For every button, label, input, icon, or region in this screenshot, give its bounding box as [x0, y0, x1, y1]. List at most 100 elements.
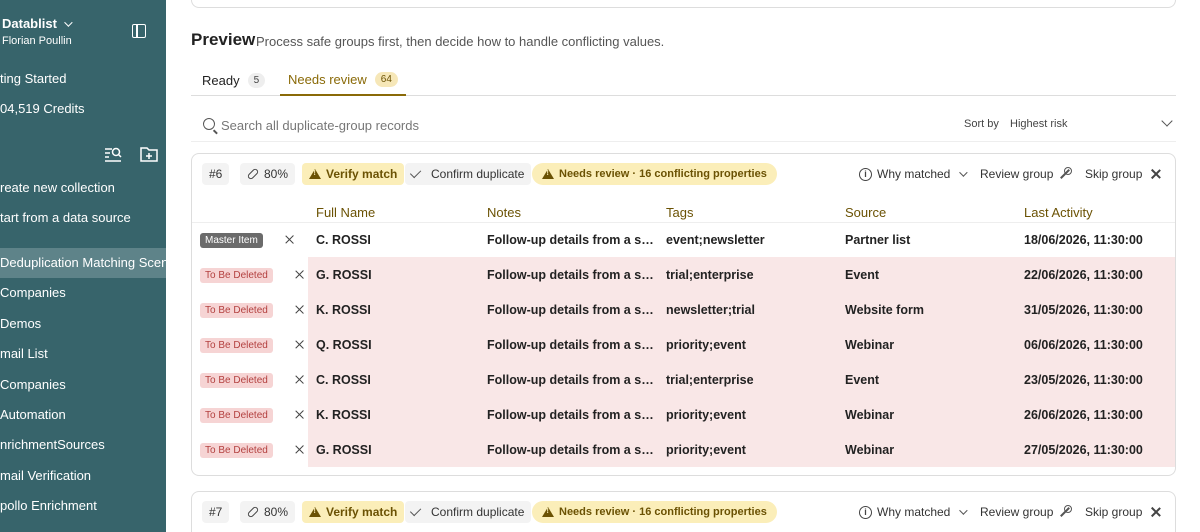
remove-row-icon[interactable] — [295, 340, 304, 349]
verify-match-button[interactable]: Verify match — [302, 501, 405, 523]
sidebar-item-companies[interactable]: Companies — [0, 278, 166, 308]
cell-tags: priority;event — [666, 397, 845, 432]
row-status-cell: To Be Deleted — [192, 257, 308, 292]
remove-row-icon[interactable] — [295, 375, 304, 384]
cell-source: Webinar — [845, 327, 1024, 362]
chevron-down-icon[interactable] — [1161, 115, 1173, 127]
status-badge: To Be Deleted — [200, 302, 273, 318]
getting-started-link[interactable]: ting Started — [0, 71, 67, 86]
user-name: Florian Poullin — [2, 35, 72, 47]
remove-row-icon[interactable] — [285, 235, 294, 244]
skip-group-label: Skip group — [1085, 505, 1143, 519]
verify-match-button[interactable]: Verify match — [302, 163, 405, 185]
tab-needs-review[interactable]: Needs review 64 — [280, 64, 406, 96]
cell-last-activity: 27/05/2026, 11:30:00 — [1024, 432, 1175, 467]
remove-row-icon[interactable] — [295, 305, 304, 314]
table-header-full-name[interactable]: Full Name — [308, 198, 487, 223]
table-row[interactable]: To Be Deleted G. ROSSI Follow-up details… — [192, 257, 1175, 292]
review-group-label: Review group — [980, 167, 1054, 181]
table-header-source[interactable]: Source — [845, 198, 1024, 223]
table-row[interactable]: To Be Deleted Q. ROSSI Follow-up details… — [192, 327, 1175, 362]
skip-group-button[interactable]: Skip group — [1078, 501, 1168, 523]
sidebar-item-email-list[interactable]: mail List — [0, 339, 166, 369]
link-icon — [246, 167, 260, 181]
row-status-cell: To Be Deleted — [192, 362, 308, 397]
skip-group-button[interactable]: Skip group — [1078, 163, 1168, 185]
table-row[interactable]: Master Item C. ROSSI Follow-up details f… — [192, 222, 1175, 257]
status-badge: Master Item — [200, 232, 263, 248]
cell-full-name: K. ROSSI — [308, 292, 487, 327]
cell-notes: Follow-up details from a sec... — [487, 257, 666, 292]
sidebar-item-demos[interactable]: Demos — [0, 309, 166, 339]
table-header-tags[interactable]: Tags — [666, 198, 845, 223]
previous-card — [191, 0, 1176, 8]
table-header-notes[interactable]: Notes — [487, 198, 666, 223]
workspace-switcher[interactable]: Datablist — [2, 16, 73, 31]
tab-count: 64 — [374, 71, 398, 87]
cell-notes-text: Follow-up details from a sec... — [487, 407, 657, 422]
review-group-button[interactable]: Review group — [973, 501, 1079, 523]
info-icon: i — [859, 505, 872, 519]
cell-tags: trial;enterprise — [666, 257, 845, 292]
remove-row-icon[interactable] — [295, 445, 304, 454]
group-records-table: Full Name Notes Tags Source Last Activit… — [192, 198, 1175, 467]
cell-full-name: G. ROSSI — [308, 257, 487, 292]
row-status-cell: To Be Deleted — [192, 292, 308, 327]
match-score-text: 80% — [264, 505, 289, 519]
row-status-cell: To Be Deleted — [192, 397, 308, 432]
start-from-source-link[interactable]: tart from a data source — [0, 210, 131, 225]
why-matched-button[interactable]: i Why matched — [852, 501, 972, 523]
table-row[interactable]: To Be Deleted C. ROSSI Follow-up details… — [192, 362, 1175, 397]
sidebar-item-automation[interactable]: Automation — [0, 400, 166, 430]
cell-last-activity: 18/06/2026, 11:30:00 — [1024, 232, 1143, 247]
credits-link[interactable]: 04,519 Credits — [0, 101, 85, 116]
table-row[interactable]: To Be Deleted K. ROSSI Follow-up details… — [192, 292, 1175, 327]
workspace-name: Datablist — [2, 16, 57, 31]
cell-notes: Follow-up details from a sec... — [487, 292, 666, 327]
close-icon — [1151, 169, 1161, 179]
table-row[interactable]: To Be Deleted G. ROSSI Follow-up details… — [192, 432, 1175, 467]
table-row[interactable]: To Be Deleted K. ROSSI Follow-up details… — [192, 397, 1175, 432]
match-score: 80% — [240, 501, 296, 523]
confirm-duplicate-label: Confirm duplicate — [431, 167, 525, 181]
create-collection-link[interactable]: reate new collection — [0, 180, 115, 195]
tab-ready[interactable]: Ready 5 — [194, 64, 273, 96]
cell-notes-text: Follow-up details from a sec... — [487, 232, 657, 247]
table-header-last-activity[interactable]: Last Activity — [1024, 198, 1175, 223]
check-icon — [409, 504, 422, 517]
confirm-duplicate-button[interactable]: Confirm duplicate — [405, 163, 532, 185]
search-collections-icon[interactable] — [104, 146, 122, 162]
remove-row-icon[interactable] — [295, 270, 304, 279]
warning-icon — [542, 507, 554, 517]
duplicate-group: #7 80% Verify match Confirm duplicate Ne… — [191, 491, 1176, 532]
sidebar-item-dedup-scenario[interactable]: Deduplication Matching Scenar — [0, 248, 166, 278]
needs-review-label: Needs review · 16 conflicting properties — [559, 168, 767, 180]
review-group-button[interactable]: Review group — [973, 163, 1079, 185]
remove-row-icon[interactable] — [295, 410, 304, 419]
why-matched-button[interactable]: i Why matched — [852, 163, 972, 185]
warning-icon — [309, 507, 321, 517]
cell-source: Partner list — [845, 232, 911, 247]
cell-last-activity: 26/06/2026, 11:30:00 — [1024, 397, 1175, 432]
search-input[interactable] — [221, 115, 821, 135]
confirm-duplicate-button[interactable]: Confirm duplicate — [405, 501, 532, 523]
sidebar-item-apollo-enrichment[interactable]: pollo Enrichment — [0, 491, 166, 521]
collapse-sidebar-icon[interactable] — [132, 24, 146, 38]
group-header: #6 80% Verify match Confirm duplicate Ne… — [192, 154, 1175, 194]
sidebar-tools — [104, 146, 158, 162]
new-folder-icon[interactable] — [140, 146, 158, 162]
cell-tags: trial;enterprise — [666, 362, 845, 397]
sort-select[interactable]: Highest risk — [1010, 118, 1067, 130]
chevron-down-icon — [64, 17, 73, 27]
page-title: Preview — [191, 30, 256, 49]
review-group-label: Review group — [980, 505, 1054, 519]
cell-last-activity: 06/06/2026, 11:30:00 — [1024, 327, 1175, 362]
sidebar-item-email-verification[interactable]: mail Verification — [0, 461, 166, 491]
tab-label: Needs review — [288, 71, 367, 87]
sort-label: Sort by — [964, 118, 999, 130]
sidebar-item-companies-2[interactable]: Companies — [0, 370, 166, 400]
sidebar-item-enrichment-sources[interactable]: nrichmentSources — [0, 430, 166, 460]
match-score: 80% — [240, 163, 296, 185]
cell-source: Webinar — [845, 397, 1024, 432]
needs-review-badge: Needs review · 16 conflicting properties — [532, 501, 777, 523]
